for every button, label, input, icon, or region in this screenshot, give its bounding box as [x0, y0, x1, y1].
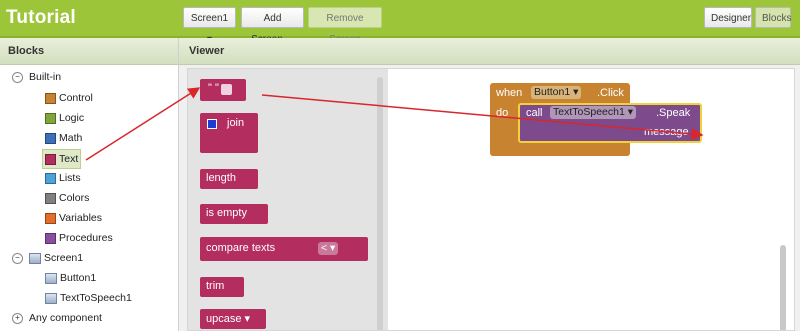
- text-string-quotes: " ": [208, 82, 219, 94]
- tree-item-label: Math: [59, 132, 83, 144]
- tree-builtin-label: Built-in: [29, 71, 62, 83]
- compare-operator-dropdown[interactable]: < ▾: [318, 242, 339, 255]
- tree-item-procedures[interactable]: Procedures: [45, 229, 113, 247]
- tree-item-label: Button1: [60, 272, 97, 284]
- message-param-label: message: [644, 126, 689, 138]
- speak-call-block[interactable]: call TextToSpeech1 ▾ .Speak message: [518, 103, 702, 143]
- viewer-header: Viewer: [179, 38, 800, 65]
- text-blocks-flyout: " " join length is empty compare texts <…: [188, 69, 388, 330]
- is-empty-block[interactable]: is empty: [200, 204, 268, 224]
- tree-item-label: Procedures: [59, 232, 113, 244]
- tree-item-control[interactable]: Control: [45, 89, 93, 107]
- lists-swatch-icon: [45, 172, 56, 184]
- tree-item-texttospeech1[interactable]: TextToSpeech1: [45, 289, 132, 307]
- join-label: join: [227, 117, 245, 129]
- tree-item-label: Colors: [59, 192, 90, 204]
- length-label: length: [206, 172, 236, 184]
- flyout-scrollbar[interactable]: [377, 77, 383, 330]
- expand-icon[interactable]: +: [12, 312, 23, 324]
- workspace-scrollbar[interactable]: [780, 245, 786, 330]
- tree-item-label: Control: [59, 92, 93, 104]
- length-block[interactable]: length: [200, 169, 258, 189]
- tree-any-component-label: Any component: [29, 312, 102, 324]
- tree-item-logic[interactable]: Logic: [45, 109, 84, 127]
- tree-item-label: Logic: [59, 112, 85, 124]
- procedures-swatch-icon: [45, 232, 56, 244]
- variables-swatch-icon: [45, 212, 56, 224]
- tree-item-text[interactable]: Text: [42, 149, 82, 169]
- blocks-panel-header: Blocks: [0, 38, 178, 65]
- collapse-icon[interactable]: −: [12, 71, 23, 83]
- tree-item-label: TextToSpeech1: [60, 292, 132, 304]
- tree-item-label: Text: [59, 153, 79, 165]
- upcase-dropdown[interactable]: upcase ▾: [206, 312, 250, 325]
- tree-screen1[interactable]: − Screen1: [12, 249, 83, 267]
- designer-button[interactable]: Designer: [704, 7, 752, 28]
- call-component-dropdown[interactable]: TextToSpeech1 ▾: [550, 106, 636, 119]
- compare-texts-block[interactable]: compare texts < ▾: [200, 237, 368, 261]
- tree-item-variables[interactable]: Variables: [45, 209, 102, 227]
- is-empty-label: is empty: [206, 207, 247, 219]
- screen-icon: [29, 252, 41, 264]
- tree-item-button1[interactable]: Button1: [45, 269, 96, 287]
- join-block[interactable]: join: [200, 113, 258, 153]
- top-bar: Tutorial Screen1 ▾ Add Screen ... Remove…: [0, 0, 800, 45]
- button-component-icon: [45, 272, 57, 284]
- control-swatch-icon: [45, 92, 56, 104]
- call-label: call: [526, 107, 543, 119]
- screen-dropdown[interactable]: Screen1 ▾: [183, 7, 236, 45]
- tree-builtin[interactable]: − Built-in: [12, 68, 61, 86]
- logic-swatch-icon: [45, 112, 56, 124]
- mutator-icon[interactable]: [207, 119, 217, 129]
- upcase-block[interactable]: upcase ▾: [200, 309, 266, 329]
- tree-item-math[interactable]: Math: [45, 129, 82, 147]
- text-swatch-icon: [45, 153, 56, 165]
- math-swatch-icon: [45, 132, 56, 144]
- compare-texts-label: compare texts: [206, 242, 276, 254]
- tree-item-label: Variables: [59, 212, 102, 224]
- add-screen-button[interactable]: Add Screen ...: [241, 7, 304, 45]
- text-string-field[interactable]: [221, 84, 232, 95]
- blocks-button[interactable]: Blocks: [755, 7, 791, 28]
- trim-label: trim: [206, 280, 225, 292]
- remove-screen-button[interactable]: Remove Screen: [308, 7, 382, 45]
- texttospeech-component-icon: [45, 292, 57, 304]
- tree-item-lists[interactable]: Lists: [45, 169, 81, 187]
- project-title: Tutorial: [6, 7, 76, 28]
- trim-block[interactable]: trim: [200, 277, 244, 297]
- text-string-block[interactable]: " ": [200, 79, 246, 101]
- do-label: do: [496, 107, 509, 119]
- collapse-icon[interactable]: −: [12, 252, 23, 264]
- event-component-dropdown[interactable]: Button1 ▾: [531, 86, 582, 99]
- event-name-label: .Click: [597, 87, 624, 99]
- method-name-label: .Speak: [656, 107, 691, 119]
- tree-item-colors[interactable]: Colors: [45, 189, 89, 207]
- tree-screen-label: Screen1: [44, 252, 84, 264]
- when-label: when: [496, 87, 523, 99]
- viewer-panel: Viewer " " join length is empty compare …: [179, 38, 800, 331]
- blocks-tree: − Built-in Control Logic Math Text Lists …: [0, 65, 178, 331]
- tree-item-label: Lists: [59, 172, 81, 184]
- colors-swatch-icon: [45, 192, 56, 204]
- blocks-workspace[interactable]: " " join length is empty compare texts <…: [187, 68, 795, 331]
- tree-any-component[interactable]: + Any component: [12, 309, 102, 327]
- blocks-panel: Blocks − Built-in Control Logic Math Text…: [0, 38, 179, 331]
